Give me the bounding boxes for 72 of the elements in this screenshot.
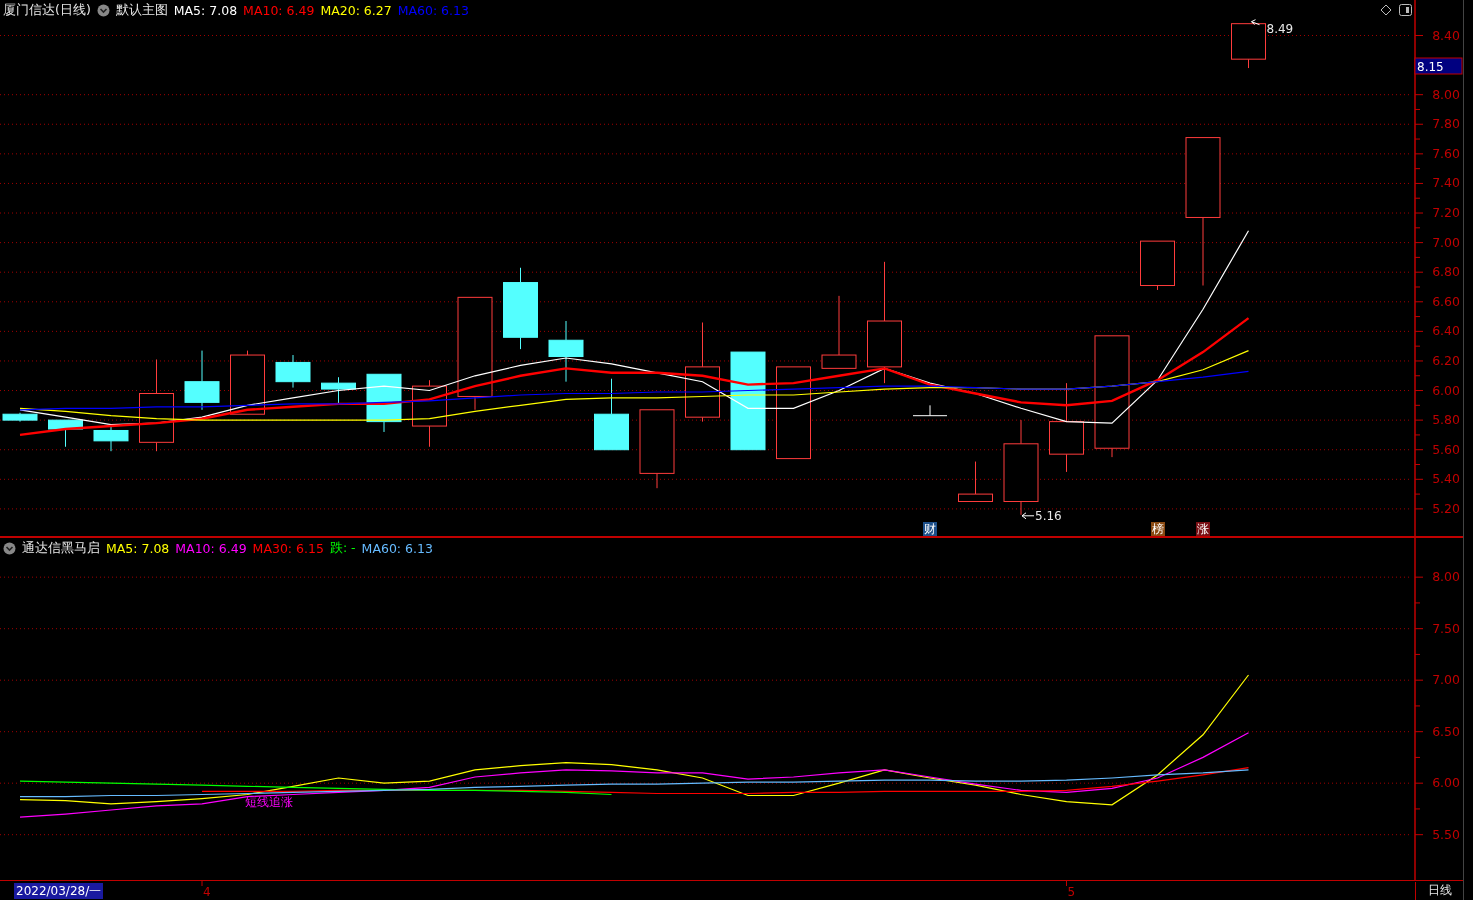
cursor-date: 2022/03/28/一 [14, 882, 104, 899]
indicator-value: : 7.08 [201, 2, 238, 18]
template-name[interactable]: 默认主图 [115, 1, 168, 19]
axis-label: 7.60 [1432, 145, 1460, 161]
indicator-value: : 6.27 [355, 2, 392, 18]
candlestick [321, 376, 356, 405]
indicator-value: : 7.08 [133, 540, 170, 556]
axis-label: 5.60 [1432, 441, 1460, 457]
axis-label: 5.40 [1432, 471, 1460, 487]
axis-label: 5.80 [1432, 412, 1460, 428]
axis-label: 6.50 [1432, 723, 1460, 739]
candlestick [1140, 240, 1175, 291]
stock-title: 厦门信达(日线) [3, 1, 91, 19]
candlestick [2, 412, 38, 423]
indicator-name: MA60 [361, 540, 397, 556]
axis-label: 7.20 [1432, 205, 1460, 220]
price-tag-label: 8.15 [1417, 59, 1444, 74]
indicator-name: MA10 [175, 540, 211, 556]
indicator-value: : 6.13 [432, 2, 469, 18]
axis-label: 7.00 [1432, 234, 1460, 250]
low-price-arrow [1021, 512, 1035, 520]
event-badge[interactable]: 财 [923, 522, 937, 536]
axis-label: 6.40 [1432, 323, 1460, 339]
candlestick [184, 350, 220, 411]
signal-label: 短线追涨 [245, 795, 293, 809]
candlestick [1231, 23, 1266, 69]
panel-toggle-icon[interactable] [1399, 4, 1412, 16]
high-price-label: 8.49 [1266, 21, 1294, 36]
candlestick [48, 419, 83, 448]
candlestick [912, 404, 948, 417]
axis-label: 8.40 [1432, 27, 1460, 43]
indicator-name: MA30 [252, 540, 288, 556]
dropdown-icon[interactable] [3, 541, 16, 555]
axis-label: 6.00 [1432, 382, 1460, 398]
event-badge[interactable]: 涨 [1196, 522, 1210, 536]
indicator-value: : 6.13 [396, 540, 433, 556]
low-price-label: 5.16 [1035, 508, 1062, 523]
candlestick [548, 320, 584, 383]
indicator-value: : 6.49 [210, 540, 247, 556]
candlestick [275, 354, 311, 389]
candlestick [412, 379, 447, 448]
candlestick [93, 424, 129, 452]
axis-label: 6.00 [1432, 775, 1460, 791]
candlestick [958, 461, 993, 502]
time-axis-label: 4 [203, 885, 211, 899]
indicator-value: : 6.49 [278, 2, 315, 18]
high-price-arrow [1251, 19, 1260, 26]
axis-label: 6.20 [1432, 352, 1460, 368]
indicator-value: : 6.15 [287, 540, 324, 556]
time-axis-label: 5 [1067, 885, 1076, 899]
axis-label: 8.00 [1432, 569, 1460, 585]
indicator-name: 跌 [329, 539, 343, 557]
axis-label: 6.60 [1432, 293, 1460, 309]
indicator-name: MA60 [397, 2, 433, 18]
diamond-icon[interactable] [1380, 4, 1392, 16]
axis-label: 8.00 [1432, 86, 1460, 102]
indicator-name: MA5 [173, 2, 202, 18]
axis-label: 7.00 [1432, 672, 1460, 688]
period-label[interactable]: 日线 [1415, 881, 1463, 900]
indicator-value: : - [342, 539, 356, 557]
axis-label: 5.50 [1432, 826, 1460, 842]
event-badge[interactable]: 榜 [1150, 522, 1165, 536]
axis-label: 7.40 [1432, 175, 1460, 191]
axis-label: 7.50 [1432, 620, 1460, 636]
indicator-name: MA5 [106, 540, 134, 556]
axis-label: 6.80 [1432, 264, 1460, 280]
axis-label: 5.20 [1432, 500, 1460, 516]
axis-label: 7.80 [1432, 116, 1460, 132]
candlestick [230, 350, 265, 415]
dropdown-icon[interactable] [96, 3, 110, 17]
indicator-name[interactable]: 通达信黑马启 [22, 539, 100, 557]
indicator-name: MA20 [320, 2, 356, 18]
